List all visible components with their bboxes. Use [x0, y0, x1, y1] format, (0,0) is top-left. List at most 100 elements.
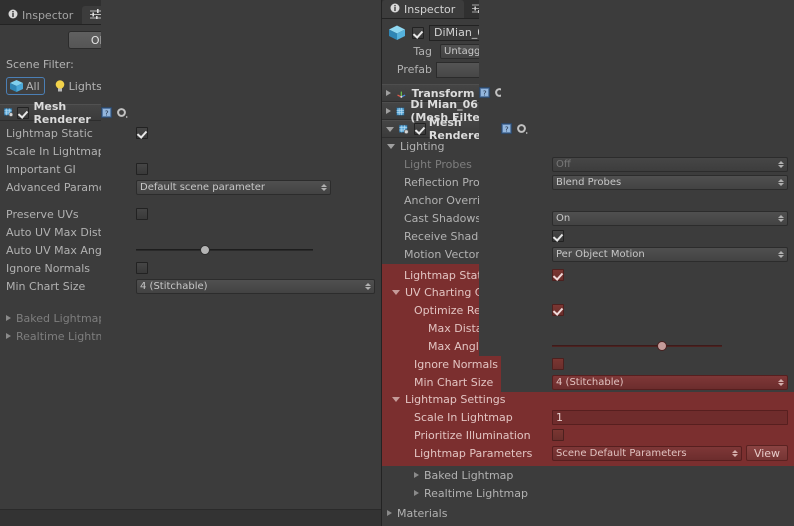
mesh-renderer-enabled-checkbox[interactable]	[17, 106, 30, 119]
foldout-label: Realtime Lightmap	[424, 486, 528, 500]
chevron-updown-icon	[365, 280, 371, 293]
filter-lights-label: Lights	[68, 79, 102, 93]
row-cast-shadows: Cast Shadows On	[382, 209, 788, 227]
chevron-right-icon	[6, 333, 11, 339]
lighting-window: Inspector Lighting Services ?	[0, 0, 382, 526]
filter-lights[interactable]: Lights	[54, 79, 102, 93]
chevron-updown-icon	[321, 181, 327, 194]
help-book-icon[interactable]: ?	[101, 106, 113, 119]
chevron-down-icon[interactable]	[386, 126, 394, 132]
foldout-realtime-lightmap[interactable]: Realtime Lightmap	[382, 484, 794, 502]
advanced-parameters-popup[interactable]: Default scene parameter	[136, 179, 331, 195]
tag-label: Tag	[413, 44, 432, 58]
scale-in-lightmap-input[interactable]: 1	[552, 409, 788, 425]
optimize-realtime-uvs-checkbox[interactable]	[552, 304, 564, 316]
lightmap-static-checkbox[interactable]	[552, 269, 564, 281]
chevron-down-icon	[392, 290, 400, 295]
chevron-down-icon	[387, 144, 395, 149]
foldout-label: Baked Lightmap	[424, 468, 514, 482]
preserve-uvs-checkbox[interactable]	[136, 208, 148, 220]
unity-editor-window: Inspector Lighting Services ?	[0, 0, 794, 526]
foldout-label: Baked Lightmap	[16, 311, 106, 325]
filter-all-label: All	[26, 79, 40, 93]
min-chart-size-value: 4 (Stitchable)	[556, 376, 624, 388]
bulb-icon	[55, 80, 64, 92]
lightmap-parameters-popup[interactable]: Scene Default Parameters	[552, 445, 742, 461]
cube-icon	[10, 80, 23, 92]
slider-knob[interactable]	[657, 341, 668, 351]
filter-all[interactable]: All	[6, 77, 45, 95]
info-icon	[8, 9, 18, 22]
foldout-label: Lightmap Settings	[405, 393, 506, 406]
mesh-renderer-icon	[399, 124, 409, 134]
min-chart-size-popup[interactable]: 4 (Stitchable)	[552, 374, 788, 390]
slider-track	[136, 249, 313, 251]
foldout-baked-lightmap[interactable]: Baked Lightmap	[382, 466, 794, 484]
row-label: Prioritize Illumination	[414, 428, 531, 442]
chevron-right-icon	[6, 315, 11, 321]
object-active-checkbox[interactable]	[412, 26, 424, 39]
chevron-down-icon	[392, 397, 400, 402]
tab-inspector-label: Inspector	[22, 8, 74, 22]
gear-icon[interactable]	[516, 123, 528, 135]
receive-shadows-checkbox[interactable]	[552, 230, 564, 242]
svg-text:?: ?	[504, 124, 508, 133]
important-gi-checkbox[interactable]	[136, 163, 148, 175]
prioritize-illumination-checkbox[interactable]	[552, 429, 564, 441]
chevron-updown-icon	[732, 447, 738, 460]
slider-knob[interactable]	[199, 245, 210, 255]
gear-icon[interactable]	[116, 107, 128, 119]
row-prioritize-illumination: Prioritize Illumination	[382, 426, 788, 444]
row-light-probes: Light Probes Off	[382, 155, 788, 173]
motion-vectors-popup[interactable]: Per Object Motion	[552, 246, 788, 262]
advanced-parameters-value: Default scene parameter	[140, 181, 266, 193]
component-header-mesh-renderer[interactable]: Mesh Renderer ?	[0, 0, 381, 376]
row-reflection-probes: Reflection Probes Blend Probes	[382, 173, 788, 191]
mesh-renderer-icon	[4, 108, 14, 117]
reflection-probes-popup[interactable]: Blend Probes	[552, 174, 788, 190]
lightmap-static-checkbox[interactable]	[136, 127, 148, 139]
row-label: Scale In Lightmap	[414, 410, 513, 424]
inspector-window: Inspector Lighting	[382, 0, 794, 526]
cast-shadows-popup[interactable]: On	[552, 210, 788, 226]
motion-vectors-value: Per Object Motion	[556, 248, 645, 260]
foldout-lightmap-settings[interactable]: Lightmap Settings	[382, 391, 788, 408]
slider-track	[552, 345, 722, 347]
tab-inspector-label: Inspector	[404, 2, 456, 16]
svg-text:?: ?	[483, 88, 487, 97]
row-lightmap-parameters: Lightmap Parameters Scene Default Parame…	[382, 444, 788, 462]
cast-shadows-value: On	[556, 212, 571, 224]
lightmap-parameters-view-button[interactable]: View	[746, 445, 788, 461]
prefab-label: Prefab	[396, 63, 432, 76]
tab-inspector[interactable]: Inspector	[0, 6, 82, 24]
transform-icon	[397, 91, 406, 98]
component-actions: ?	[500, 0, 794, 392]
info-icon	[390, 3, 400, 16]
chevron-right-icon[interactable]	[386, 108, 391, 114]
max-angle-slider[interactable]	[552, 339, 722, 353]
row-motion-vectors: Motion Vectors Per Object Motion	[382, 245, 788, 263]
row-advanced-parameters: Advanced Parameters Default scene parame…	[6, 178, 375, 196]
light-probes-value: Off	[556, 158, 571, 170]
chevron-updown-icon	[778, 248, 784, 261]
mesh-renderer-enabled-checkbox[interactable]	[413, 123, 426, 135]
lightmap-parameters-value: Scene Default Parameters	[556, 447, 687, 459]
component-title: Mesh Renderer	[33, 99, 91, 126]
chevron-right-icon[interactable]	[386, 90, 391, 96]
light-probes-popup[interactable]: Off	[552, 156, 788, 172]
ignore-normals-checkbox[interactable]	[136, 262, 148, 274]
mesh-filter-icon	[396, 106, 405, 116]
min-chart-size-value: 4 (Stitchable)	[140, 280, 208, 292]
cube-icon	[389, 25, 405, 40]
min-chart-size-popup[interactable]: 4 (Stitchable)	[136, 278, 375, 294]
foldout-materials[interactable]: Materials	[382, 504, 794, 522]
tab-inspector[interactable]: Inspector	[382, 0, 465, 18]
chevron-right-icon	[414, 490, 419, 496]
auto-uv-max-angle-slider[interactable]	[136, 243, 313, 257]
help-book-icon[interactable]: ?	[479, 87, 491, 99]
component-row-mesh-renderer[interactable]: Mesh Renderer ?	[382, 0, 794, 392]
chevron-updown-icon	[778, 176, 784, 189]
row-min-chart-size: Min Chart Size 4 (Stitchable)	[382, 373, 788, 391]
ignore-normals-checkbox[interactable]	[552, 358, 564, 370]
help-book-icon[interactable]: ?	[500, 123, 513, 135]
